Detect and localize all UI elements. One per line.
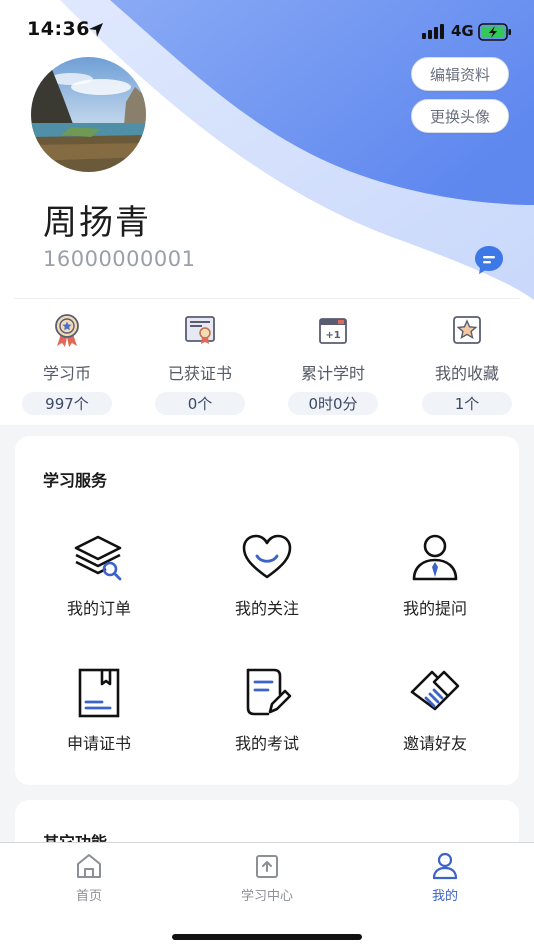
user-phone: 16000000001 (43, 247, 196, 271)
service-my-questions[interactable]: 我的提问 (351, 531, 519, 619)
order-layers-icon (74, 535, 122, 581)
status-time: 14:36 (27, 18, 90, 40)
service-label: 我的订单 (66, 599, 131, 618)
service-invite-friends[interactable]: 邀请好友 (351, 666, 519, 754)
service-my-exams[interactable]: 我的考试 (183, 666, 351, 754)
user-icon (432, 852, 458, 880)
heart-icon (242, 534, 292, 579)
header-divider (14, 298, 520, 299)
network-type: 4G (451, 22, 474, 40)
location-arrow-icon (89, 23, 103, 37)
stat-value: 1个 (422, 392, 512, 415)
stat-label: 已获证书 (167, 364, 232, 383)
medal-icon (55, 314, 79, 347)
svg-text:+1: +1 (325, 330, 340, 341)
tab-label: 我的 (431, 889, 458, 904)
stat-favorites[interactable]: 我的收藏 1个 (400, 312, 534, 415)
calendar-icon: +1 (319, 318, 347, 344)
tab-label: 首页 (75, 889, 102, 904)
learning-services-card: 学习服务 我的订单 我的关注 我的提问 申请证书 我的考试 邀请好友 (15, 436, 519, 785)
handshake-icon (410, 670, 460, 711)
stat-value: 997个 (22, 392, 112, 415)
service-label: 邀请好友 (402, 734, 467, 753)
service-label: 申请证书 (66, 734, 131, 753)
change-avatar-button[interactable]: 更换头像 (411, 99, 509, 133)
signal-strength-icon (422, 24, 444, 39)
service-label: 我的考试 (234, 734, 299, 753)
avatar-landscape-image (31, 57, 146, 172)
service-my-orders[interactable]: 我的订单 (15, 531, 183, 619)
service-apply-certificate[interactable]: 申请证书 (15, 666, 183, 754)
section-title: 学习服务 (43, 471, 108, 490)
home-indicator (172, 934, 362, 940)
certificate-icon (185, 316, 215, 344)
home-icon (77, 854, 101, 878)
exam-paper-icon (246, 668, 292, 716)
stat-label: 学习币 (42, 364, 91, 383)
stat-value: 0个 (155, 392, 245, 415)
stat-label: 累计学时 (300, 364, 365, 383)
battery-charging-icon (478, 23, 511, 41)
book-icon (78, 668, 120, 718)
star-icon (453, 316, 481, 344)
stat-value: 0时0分 (288, 392, 378, 415)
person-tie-icon (412, 534, 458, 581)
stat-study-hours[interactable]: +1 累计学时 0时0分 (266, 312, 400, 415)
stats-row: 学习币 997个 已获证书 0个 +1 累计学时 0时0分 我的收藏 1个 (0, 312, 534, 417)
tab-learning-center[interactable]: 学习中心 (207, 851, 327, 904)
tab-mine[interactable]: 我的 (385, 851, 505, 904)
service-label: 我的关注 (234, 599, 299, 618)
stat-label: 我的收藏 (434, 364, 499, 383)
tab-label: 学习中心 (240, 889, 293, 904)
status-bar: 14:36 4G (0, 0, 534, 60)
learning-center-icon (256, 855, 278, 878)
user-name: 周扬青 (43, 203, 151, 243)
service-label: 我的提问 (402, 599, 467, 618)
service-my-follows[interactable]: 我的关注 (183, 531, 351, 619)
message-bubble-icon[interactable] (473, 244, 505, 276)
edit-profile-button[interactable]: 编辑资料 (411, 57, 509, 91)
avatar[interactable] (31, 57, 146, 172)
tab-home[interactable]: 首页 (29, 851, 149, 904)
stat-learning-coins[interactable]: 学习币 997个 (0, 312, 134, 415)
stat-certificates[interactable]: 已获证书 0个 (133, 312, 267, 415)
profile-header: 14:36 4G 编辑资料 更换头像 周扬青 16000000001 学习币 9… (0, 0, 534, 425)
